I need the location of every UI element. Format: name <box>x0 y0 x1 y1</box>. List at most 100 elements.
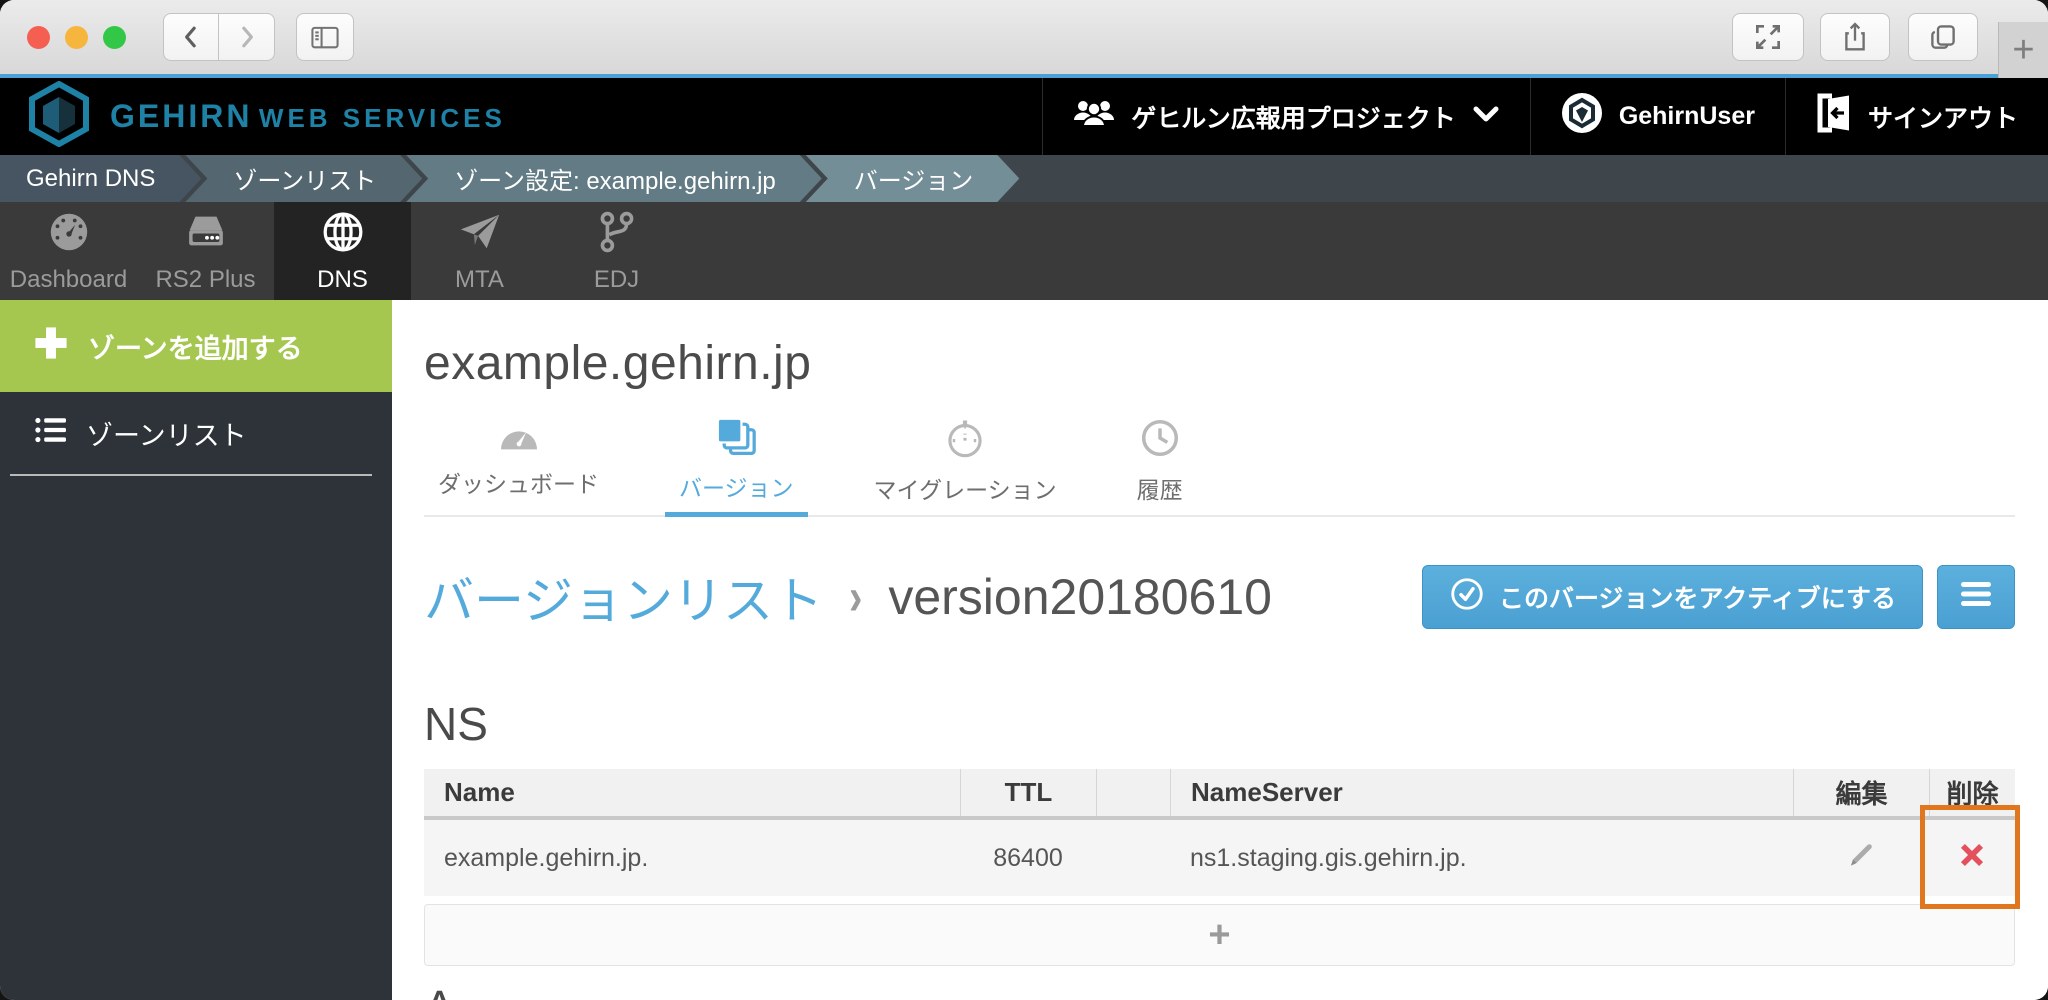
minimize-window-button[interactable] <box>65 26 88 49</box>
fullscreen-button[interactable] <box>1732 13 1804 61</box>
user-avatar <box>1561 92 1603 141</box>
ns-table: Name TTL NameServer 編集 削除 example.gehirn… <box>424 769 2020 966</box>
close-window-button[interactable] <box>27 26 50 49</box>
chevron-down-icon <box>1472 102 1500 131</box>
service-dns[interactable]: DNS <box>274 202 411 300</box>
service-label: RS2 Plus <box>155 265 256 293</box>
breadcrumb-zone-settings[interactable]: ゾーン設定: example.gehirn.jp <box>406 155 822 202</box>
stacked-pages-icon <box>714 417 758 463</box>
expand-arrows-icon <box>1752 21 1784 53</box>
tab-version[interactable]: バージョン <box>665 417 808 517</box>
tab-label: バージョン <box>679 475 794 501</box>
service-rs2plus[interactable]: RS2 Plus <box>137 202 274 300</box>
users-group-icon <box>1073 96 1115 137</box>
edit-record-button[interactable] <box>1793 840 1929 877</box>
red-x-icon <box>1955 838 1989 879</box>
table-menu-button[interactable] <box>1937 565 2015 629</box>
project-name: ゲヒルン広報用プロジェクト <box>1131 104 1456 133</box>
breadcrumb-version[interactable]: バージョン <box>806 155 1020 202</box>
service-label: EDJ <box>593 265 640 293</box>
paper-plane-icon <box>457 209 503 260</box>
browser-toolbar: + <box>0 0 2048 78</box>
check-circle-icon <box>1449 576 1485 619</box>
share-button[interactable] <box>1820 13 1890 61</box>
stopwatch-icon <box>943 417 987 465</box>
signout-button[interactable]: サインアウト <box>1784 78 2048 155</box>
plus-icon: + <box>1208 913 1231 956</box>
service-mta[interactable]: MTA <box>411 202 548 300</box>
signout-door-icon <box>1816 93 1852 140</box>
signout-label: サインアウト <box>1867 104 2018 133</box>
breadcrumb-zone-list[interactable]: ゾーンリスト <box>185 155 422 202</box>
version-name: version20180610 <box>888 569 1272 625</box>
chevron-right-icon: › <box>849 567 863 625</box>
tab-history[interactable]: 履歴 <box>1123 417 1197 515</box>
traffic-lights <box>27 26 126 49</box>
zone-list-label: ゾーンリスト <box>86 420 247 451</box>
cell-ttl: 86400 <box>993 843 1063 872</box>
version-heading-row: バージョンリスト › version20180610 このバージョンをアクティブ… <box>424 561 2015 633</box>
service-edj[interactable]: EDJ <box>548 202 685 300</box>
new-tab-button[interactable]: + <box>1998 22 2048 78</box>
back-button[interactable] <box>163 13 219 61</box>
add-ns-record-button[interactable]: + <box>424 904 2015 966</box>
clock-icon <box>1138 417 1182 465</box>
service-label: Dashboard <box>9 265 128 293</box>
ns-section-title: NS <box>424 698 488 750</box>
ns-table-header: Name TTL NameServer 編集 削除 <box>424 769 2015 820</box>
brand-suffix: WEB SERVICES <box>258 103 506 133</box>
list-icon <box>34 415 68 452</box>
col-header-spacer <box>1096 769 1170 816</box>
zoom-window-button[interactable] <box>103 26 126 49</box>
user-menu[interactable]: GehirnUser <box>1529 78 1785 155</box>
browser-window: + GEHIRN WEB SERVICES ゲヒルン広報用プロジェクト Gehi… <box>0 0 2048 1000</box>
hexagon-logo-icon <box>28 80 90 152</box>
service-dashboard[interactable]: Dashboard <box>0 202 137 300</box>
activate-button-label: このバージョンをアクティブにする <box>1498 585 1896 613</box>
tab-label: 履歴 <box>1136 477 1183 503</box>
globe-icon <box>320 209 366 260</box>
sidebar-divider <box>10 474 372 476</box>
breadcrumb: Gehirn DNS ゾーンリスト ゾーン設定: example.gehirn.… <box>0 155 2048 202</box>
tab-dashboard[interactable]: ダッシュボード <box>424 417 613 515</box>
tab-overview-button[interactable] <box>1908 13 1978 61</box>
delete-record-button[interactable] <box>1929 838 2015 879</box>
breadcrumb-gehirn-dns[interactable]: Gehirn DNS <box>0 155 201 202</box>
col-header-name: Name <box>444 777 515 807</box>
share-icon <box>1840 21 1870 53</box>
version-list-link[interactable]: バージョンリスト <box>424 561 823 633</box>
half-gauge-icon <box>497 417 541 459</box>
a-section-title: A <box>424 980 2015 1000</box>
sidebar-toggle-button[interactable] <box>296 13 354 61</box>
sidebar-item-zone-list[interactable]: ゾーンリスト <box>0 392 392 474</box>
ns-table-row: example.gehirn.jp. 86400 ns1.staging.gis… <box>424 820 2015 896</box>
user-name: GehirnUser <box>1618 102 1755 130</box>
add-zone-button[interactable]: ゾーンを追加する <box>0 300 392 392</box>
tab-migration[interactable]: マイグレーション <box>860 417 1071 515</box>
tab-label: ダッシュボード <box>438 471 599 497</box>
col-header-ttl: TTL <box>960 769 1096 816</box>
chevron-left-icon <box>176 22 206 52</box>
tab-label: マイグレーション <box>873 477 1057 503</box>
hamburger-icon <box>1959 581 1993 614</box>
plus-icon: + <box>2012 28 2035 71</box>
add-zone-label: ゾーンを追加する <box>88 333 303 364</box>
cell-name: example.gehirn.jp. <box>444 843 649 872</box>
overlapping-windows-icon <box>1928 22 1958 52</box>
activate-version-button[interactable]: このバージョンをアクティブにする <box>1421 565 1923 629</box>
service-nav: Dashboard RS2 Plus DNS MTA EDJ <box>0 202 2048 300</box>
chevron-right-icon <box>232 22 262 52</box>
app-header: GEHIRN WEB SERVICES ゲヒルン広報用プロジェクト Gehirn… <box>0 78 2048 155</box>
zone-title: example.gehirn.jp <box>424 337 812 390</box>
forward-button[interactable] <box>219 13 275 61</box>
col-header-edit: 編集 <box>1793 769 1929 816</box>
service-label: DNS <box>317 265 368 293</box>
pencil-icon <box>1846 840 1876 877</box>
sidebar-icon <box>309 22 341 52</box>
server-icon <box>183 209 229 260</box>
project-switcher[interactable]: ゲヒルン広報用プロジェクト <box>1042 78 1530 155</box>
plus-icon <box>34 326 68 367</box>
gehirn-logo[interactable]: GEHIRN WEB SERVICES <box>0 78 1042 155</box>
col-header-delete: 削除 <box>1929 769 2015 816</box>
gauge-icon <box>46 209 92 260</box>
